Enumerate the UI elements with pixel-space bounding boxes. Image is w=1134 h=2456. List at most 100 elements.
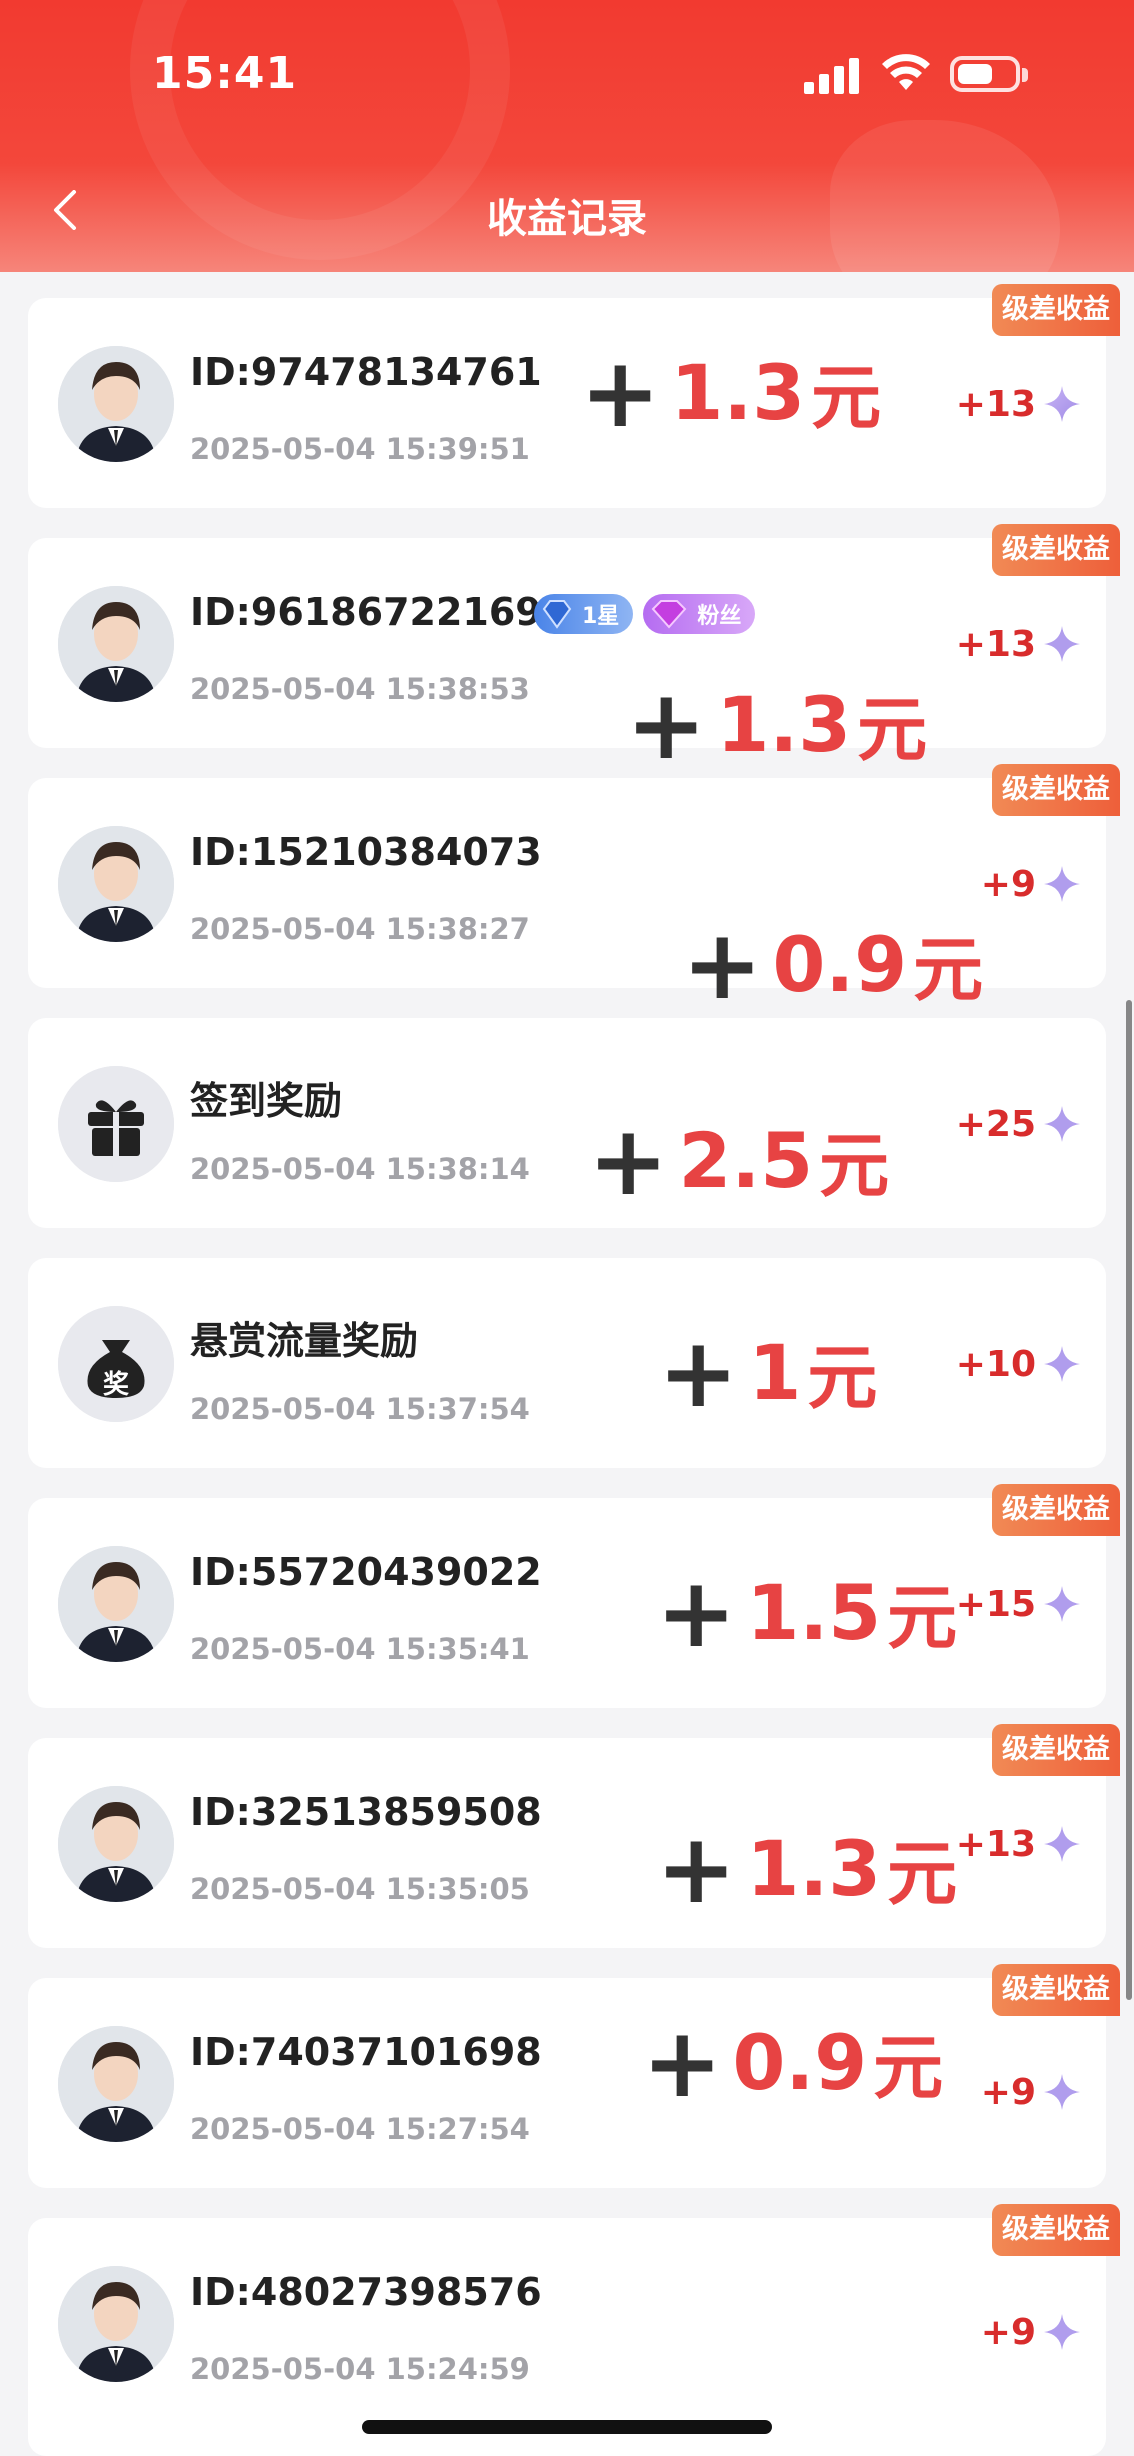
points-number: +13 [955,383,1036,425]
gem-icon [651,600,687,629]
diff-income-tag: 级差收益 [992,1724,1120,1776]
avatar [58,586,174,702]
record-card[interactable]: ID:96186722169 1星 粉丝 2025-05-04 15:38:53… [28,524,1120,773]
points-number: +9 [980,2071,1036,2113]
amount-unit: 元 [887,1577,958,1659]
amount-unit: 元 [873,2027,944,2109]
record-id: ID:96186722169 [190,590,542,634]
diff-income-tag: 级差收益 [992,1964,1120,2016]
points-value: +13 [956,618,1082,670]
sparkle-icon [1044,386,1080,422]
plus-sign: + [682,908,763,1021]
record-id: ID:74037101698 [190,2030,542,2074]
amount-label: + 1 元 [658,1322,877,1423]
amount-unit: 元 [819,1125,890,1207]
points-value: +13 [956,378,1082,430]
record-time: 2025-05-04 15:27:54 [190,2112,530,2146]
avatar [58,2026,174,2142]
fan-badge: 粉丝 [643,594,756,634]
points-number: +9 [980,863,1036,905]
plus-sign: + [642,2006,723,2119]
star-level-badge: 1星 [534,594,634,634]
record-time: 2025-05-04 15:24:59 [190,2352,530,2386]
record-time: 2025-05-04 15:38:14 [190,1152,530,1186]
sparkle-icon [1044,866,1080,902]
sparkle-icon [1044,2074,1080,2110]
scrollbar[interactable] [1126,1000,1132,2000]
amount-value: 1.3 [670,348,806,437]
plus-sign: + [580,336,661,449]
plus-sign: + [656,1812,737,1925]
plus-sign: + [656,1556,737,1669]
home-indicator[interactable] [362,2420,772,2434]
sparkle-icon [1044,1826,1080,1862]
amount-label: + 1.3 元 [656,1818,957,1919]
sparkle-icon [1044,1346,1080,1382]
amount-label: + 1.3 元 [626,674,927,775]
record-card[interactable]: ID:97478134761 2025-05-04 15:39:51 级差收益 … [28,284,1120,508]
amount-value: 0.9 [732,2018,868,2107]
record-card[interactable]: 奖 悬赏流量奖励 2025-05-04 15:37:54 +10 + 1 元 [28,1258,1106,1468]
points-value: +25 [956,1098,1082,1150]
amount-value: 2.5 [678,1116,814,1205]
status-time: 15:41 [152,48,298,99]
sparkle-icon [1044,626,1080,662]
points-value: +13 [956,1818,1082,1870]
plus-sign: + [588,1104,669,1217]
record-id: ID:32513859508 [190,1790,542,1834]
amount-value: 0.9 [772,920,908,1009]
diff-income-tag: 级差收益 [992,1484,1120,1536]
amount-label: + 0.9 元 [682,914,983,1015]
gift-icon [58,1066,174,1182]
bag-label: 奖 [102,1370,129,1400]
record-title: 悬赏流量奖励 [190,1319,419,1363]
record-card[interactable]: ID:55720439022 2025-05-04 15:35:41 级差收益 … [28,1484,1120,1708]
record-card[interactable]: ID:74037101698 2025-05-04 15:27:54 级差收益 … [28,1964,1120,2188]
points-value: +9 [981,858,1082,910]
diff-income-tag: 级差收益 [992,284,1120,336]
record-id: ID:48027398576 [190,2270,542,2314]
header-bar: 15:41 收益记录 [0,0,1134,272]
points-value: +15 [956,1578,1082,1630]
record-card[interactable]: ID:32513859508 2025-05-04 15:35:05 级差收益 … [28,1724,1120,1948]
amount-label: + 2.5 元 [588,1110,889,1211]
amount-value: 1.3 [746,1824,882,1913]
amount-value: 1.3 [716,680,852,769]
sparkle-icon [1044,1586,1080,1622]
record-title: 签到奖励 [190,1079,343,1123]
amount-label: + 1.3 元 [580,342,881,443]
record-time: 2025-05-04 15:39:51 [190,432,530,466]
points-number: +25 [955,1103,1036,1145]
record-card[interactable]: 签到奖励 2025-05-04 15:38:14 +25 + 2.5 元 [28,1018,1106,1228]
record-time: 2025-05-04 15:37:54 [190,1392,530,1426]
diff-income-tag: 级差收益 [992,2204,1120,2256]
points-value: +10 [956,1338,1082,1390]
record-time: 2025-05-04 15:35:05 [190,1872,530,1906]
amount-value: 1 [748,1328,802,1417]
record-time: 2025-05-04 15:38:27 [190,912,530,946]
avatar [58,826,174,942]
avatar [58,346,174,462]
points-number: +15 [955,1583,1036,1625]
plus-sign: + [658,1316,739,1429]
points-number: +10 [955,1343,1036,1385]
wifi-icon [882,54,930,90]
amount-label: + 0.9 元 [642,2012,943,2113]
money-bag-icon: 奖 [58,1306,174,1422]
points-value: +9 [981,2306,1082,2358]
plus-sign: + [626,668,707,781]
battery-icon [950,56,1028,92]
record-time: 2025-05-04 15:38:53 [190,672,530,706]
amount-value: 1.5 [746,1568,882,1657]
fan-text: 粉丝 [697,604,742,629]
page-title: 收益记录 [487,196,647,242]
sparkle-icon [1044,1106,1080,1142]
record-card[interactable]: ID:15210384073 2025-05-04 15:38:27 级差收益 … [28,764,1120,1013]
amount-unit: 元 [811,357,882,439]
diff-income-tag: 级差收益 [992,524,1120,576]
avatar [58,1786,174,1902]
points-value: +9 [981,2066,1082,2118]
amount-unit: 元 [887,1833,958,1915]
amount-unit: 元 [807,1337,878,1419]
avatar [58,1546,174,1662]
